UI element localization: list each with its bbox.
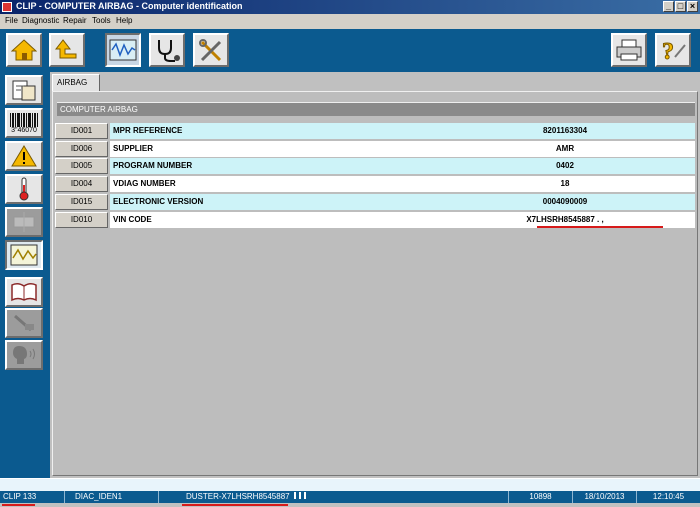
oscilloscope-icon [10,244,38,266]
sidebar-faults-button[interactable] [5,141,43,171]
stethoscope-icon [158,40,180,62]
tab-strip: AIRBAG [50,72,700,92]
sidebar-disabled-button[interactable] [5,207,43,237]
main-area: AIRBAG COMPUTER AIRBAG ID001 MPR REFEREN… [50,72,700,478]
sidebar-manual-button[interactable] [5,277,43,307]
row-value: AMR [555,144,575,153]
home-button[interactable] [6,33,42,67]
row-id-button[interactable]: ID015 [55,194,108,210]
status-clip: CLIP 133 [3,492,37,501]
status-module: DIAC_IDEN1 [64,491,158,503]
battery-icon [293,492,296,499]
menu-tools[interactable]: Tools [92,16,111,25]
toolbar: ? [0,29,700,72]
close-button[interactable]: × [687,1,698,12]
menu-help[interactable]: Help [116,16,132,25]
status-vehicle-text: DUSTER-X7LHSRH8545887 [186,492,290,501]
table-row: ID001 MPR REFERENCE 8201163304 [55,123,695,140]
barcode-icon: 3"46070 [9,112,39,134]
home-icon [11,39,37,61]
sidebar-voice-button[interactable] [5,340,43,370]
thermometer-icon [19,177,29,201]
warning-icon [11,145,37,167]
repair-button[interactable] [193,33,229,67]
oscilloscope-icon [109,39,137,61]
row-id-button[interactable]: ID005 [55,158,108,174]
window-title: CLIP - COMPUTER AIRBAG - Computer identi… [16,1,243,11]
print-button[interactable] [611,33,647,67]
manual-book-icon [11,282,37,302]
title-bar: CLIP - COMPUTER AIRBAG - Computer identi… [0,0,700,14]
minimize-button[interactable]: _ [663,1,674,12]
vehicle-highlight-underline [182,504,288,506]
sidebar-measures-button[interactable] [5,240,43,270]
menu-repair[interactable]: Repair [63,16,87,25]
row-value: 0004090009 [542,197,588,206]
sidebar-repair-tool-button[interactable] [5,308,43,338]
identification-panel: COMPUTER AIRBAG ID001 MPR REFERENCE 8201… [52,91,698,476]
document-icon [12,80,36,101]
help-button[interactable]: ? [655,33,691,67]
help-icon: ? [662,39,686,63]
back-up-button[interactable] [49,33,85,67]
table-row: ID015 ELECTRONIC VERSION 0004090009 [55,194,695,211]
status-vehicle: DUSTER-X7LHSRH8545887 [158,491,508,503]
app-icon [2,2,12,12]
vin-highlight-underline [537,226,663,228]
menu-bar: File Diagnostic Repair Tools Help [0,14,700,29]
row-id-button[interactable]: ID004 [55,176,108,192]
barcode-label: 3"46070 [11,126,37,134]
row-value: 0402 [556,161,574,170]
status-bar-top [0,478,700,491]
tab-airbag[interactable]: AIRBAG [52,74,100,91]
status-time: 12:10:45 [636,491,700,503]
sidebar-parameters-button[interactable] [5,174,43,204]
status-date: 18/10/2013 [572,491,636,503]
section-header: COMPUTER AIRBAG [57,102,695,116]
status-bar: CLIP 133 DIAC_IDEN1 DUSTER-X7LHSRH854588… [0,478,700,507]
tools-icon [199,39,222,62]
table-row: ID004 VDIAG NUMBER 18 [55,176,695,193]
row-id-button[interactable]: ID010 [55,212,108,228]
repair-tool-icon [14,314,34,332]
status-code: 10898 [508,491,572,503]
sidebar-documents-button[interactable] [5,75,43,105]
clip-highlight-underline [2,504,35,506]
row-id-button[interactable]: ID001 [55,123,108,139]
printer-icon [616,39,642,61]
menu-file[interactable]: File [5,16,18,25]
sidebar-barcode-button[interactable]: 3"46070 [5,108,43,138]
diagnostic-button[interactable] [149,33,185,67]
voice-icon [13,346,35,364]
row-id-button[interactable]: ID006 [55,141,108,157]
up-arrow-icon [54,39,77,59]
maximize-button[interactable]: □ [675,1,686,12]
row-value: 18 [560,179,570,188]
svg-text:?: ? [662,39,674,63]
sidebar: 3"46070 [0,72,50,478]
menu-diagnostic[interactable]: Diagnostic [22,16,59,25]
table-row: ID006 SUPPLIER AMR [55,141,695,158]
row-value: 8201163304 [542,126,588,135]
table-row: ID005 PROGRAM NUMBER 0402 [55,158,695,175]
measures-button[interactable] [105,33,141,67]
disabled-tool-icon [13,212,35,232]
